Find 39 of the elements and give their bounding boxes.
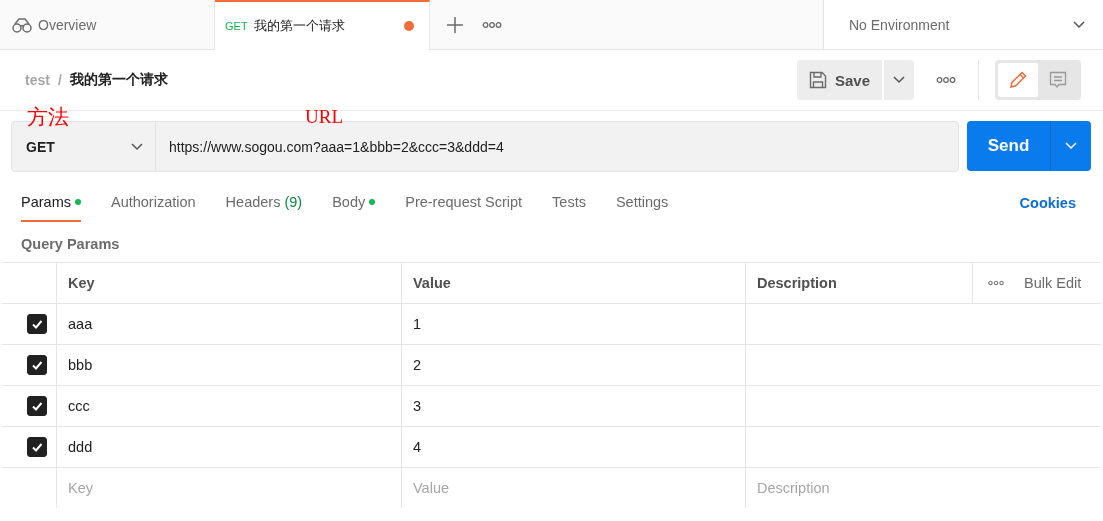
checkbox[interactable] bbox=[27, 314, 47, 334]
request-tab[interactable]: GET 我的第一个请求 bbox=[215, 0, 430, 50]
chevron-down-icon bbox=[1073, 20, 1085, 29]
request-tab[interactable]: Pre-request Script bbox=[405, 184, 523, 222]
table-cell: 1 bbox=[402, 304, 746, 344]
binoculars-icon bbox=[12, 16, 32, 33]
request-tab[interactable]: Params bbox=[21, 184, 81, 222]
request-tab[interactable]: Authorization bbox=[110, 184, 196, 222]
request-tab[interactable]: Body bbox=[332, 184, 376, 222]
chevron-down-icon bbox=[1065, 142, 1077, 150]
checkbox[interactable] bbox=[27, 355, 47, 375]
environment-dropdown[interactable]: No Environment bbox=[823, 0, 1103, 49]
chevron-down-icon bbox=[893, 76, 905, 84]
table-cell: ccc bbox=[57, 386, 402, 426]
new-tab-button[interactable] bbox=[446, 15, 464, 34]
column-header: Value bbox=[402, 263, 746, 303]
more-icon[interactable] bbox=[482, 20, 502, 29]
checkbox[interactable] bbox=[27, 437, 47, 457]
table-cell: 3 bbox=[402, 386, 746, 426]
checkbox[interactable] bbox=[27, 396, 47, 416]
table-cell: bbb bbox=[57, 345, 402, 385]
pencil-icon[interactable] bbox=[998, 63, 1038, 97]
bulk-edit-link[interactable]: Bulk Edit bbox=[1024, 275, 1082, 291]
breadcrumb-separator: / bbox=[57, 72, 62, 88]
request-tab[interactable]: Headers (9) bbox=[225, 184, 303, 222]
table-cell: 2 bbox=[402, 345, 746, 385]
cookies-link[interactable]: Cookies bbox=[1019, 184, 1076, 222]
table-cell: ddd bbox=[57, 427, 402, 467]
table-cell: 4 bbox=[402, 427, 746, 467]
column-header: Description bbox=[746, 263, 973, 303]
section-title: Query Params bbox=[20, 235, 121, 254]
save-button[interactable]: Save bbox=[796, 60, 882, 100]
request-title: 我的第一个请求 bbox=[69, 71, 168, 89]
header-count: (9) bbox=[284, 194, 303, 210]
column-header: Key bbox=[57, 263, 402, 303]
more-icon[interactable] bbox=[988, 280, 1004, 286]
request-tab[interactable]: Settings bbox=[615, 184, 669, 222]
table-cell: aaa bbox=[57, 304, 402, 344]
request-tab[interactable]: Tests bbox=[552, 184, 586, 222]
